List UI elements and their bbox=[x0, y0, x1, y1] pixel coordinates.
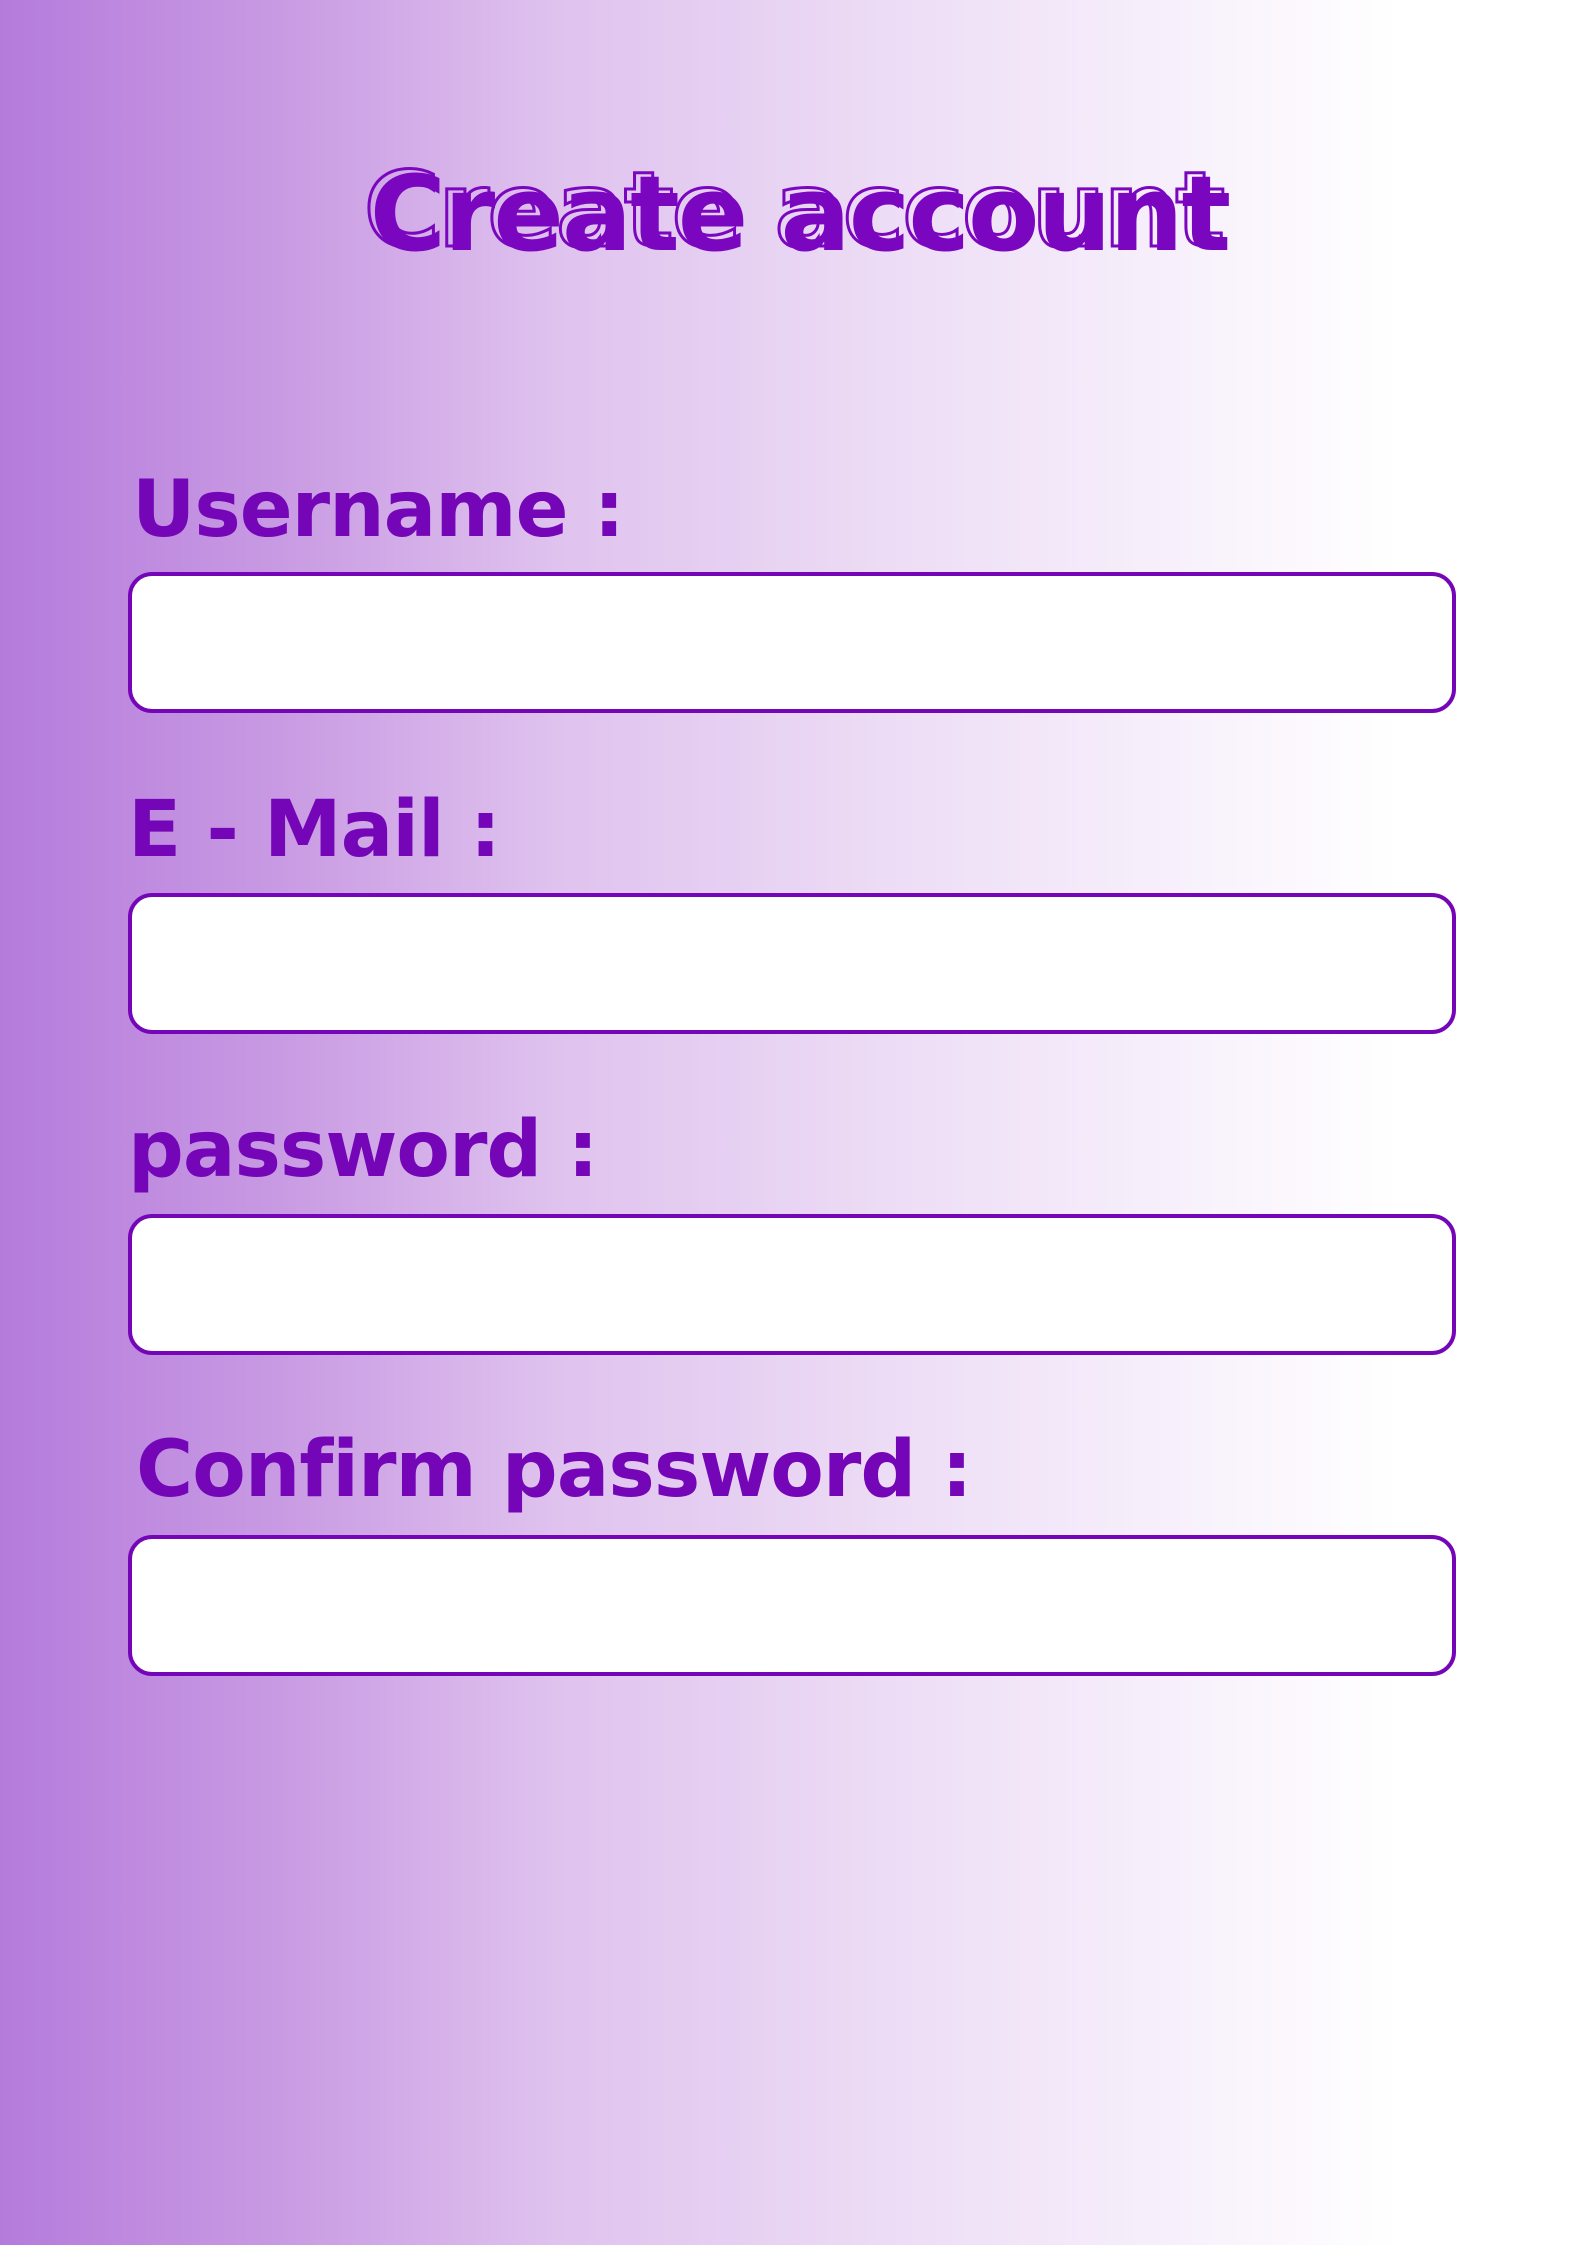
page-title-outline: Create account bbox=[362, 148, 1227, 273]
page-title: Create account Create account bbox=[0, 140, 1587, 280]
username-label: Username : bbox=[132, 465, 625, 555]
confirm-password-input[interactable] bbox=[128, 1535, 1456, 1676]
password-label: password : bbox=[128, 1105, 599, 1195]
email-label: E - Mail : bbox=[128, 785, 501, 875]
email-input[interactable] bbox=[128, 893, 1456, 1034]
username-input[interactable] bbox=[128, 572, 1456, 713]
signup-page: Create account Create account Username :… bbox=[0, 0, 1587, 2245]
password-input[interactable] bbox=[128, 1214, 1456, 1355]
confirm-password-label: Confirm password : bbox=[136, 1425, 973, 1515]
